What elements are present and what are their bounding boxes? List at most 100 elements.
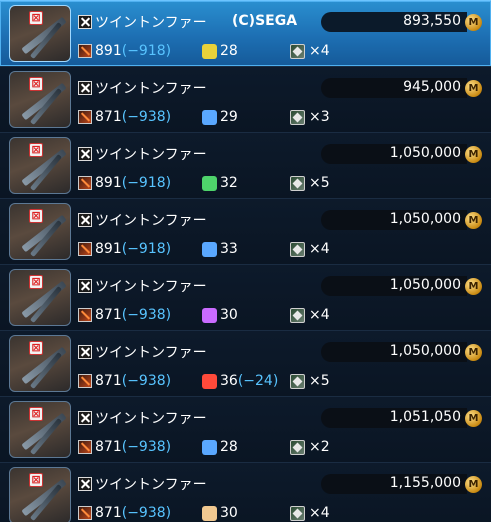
twin-dagger-category-icon xyxy=(78,279,92,293)
light-icon xyxy=(202,109,217,125)
lock-icon: ⊠ xyxy=(29,11,43,25)
attack-diff: (−938) xyxy=(121,109,172,125)
meseta-coin-icon: M xyxy=(465,476,482,493)
item-name: ツイントンファー xyxy=(95,411,207,427)
attack-icon xyxy=(78,308,92,322)
element-value: 29 xyxy=(220,109,238,125)
list-item[interactable]: ⊠ ツイントンファー 1,050,000 M 891 (−918) 32 ×5 xyxy=(0,132,491,198)
slot-icon xyxy=(290,175,305,191)
light-icon xyxy=(202,241,217,257)
fire-icon xyxy=(202,373,217,389)
lightning-icon xyxy=(202,43,217,59)
slot-icon xyxy=(290,241,305,257)
attack-icon xyxy=(78,440,92,454)
attack-value: 871 xyxy=(95,505,122,521)
item-price: 1,050,000 xyxy=(389,277,461,293)
attack-value: 891 xyxy=(95,175,122,191)
slot-count: ×4 xyxy=(309,43,330,59)
meseta-coin-icon: M xyxy=(465,278,482,295)
item-price: 1,051,050 xyxy=(389,409,461,425)
attack-diff: (−918) xyxy=(121,43,172,59)
weapon-thumbnail: ⊠ xyxy=(9,71,71,128)
twin-dagger-category-icon xyxy=(78,345,92,359)
meseta-coin-icon: M xyxy=(465,212,482,229)
lock-icon: ⊠ xyxy=(29,407,43,421)
meseta-coin-icon: M xyxy=(465,410,482,427)
list-item[interactable]: ⊠ ツイントンファー (C)SEGA 893,550 M 891 (−918) 2… xyxy=(0,0,491,66)
list-item[interactable]: ⊠ ツイントンファー 945,000 M 871 (−938) 29 ×3 xyxy=(0,66,491,132)
attack-diff: (−938) xyxy=(121,307,172,323)
weapon-thumbnail: ⊠ xyxy=(9,335,71,392)
attack-diff: (−918) xyxy=(121,175,172,191)
list-item[interactable]: ⊠ ツイントンファー 1,155,000 M 871 (−938) 30 ×4 xyxy=(0,462,491,522)
wind-icon xyxy=(202,175,217,191)
attack-diff: (−918) xyxy=(121,241,172,257)
meseta-coin-icon: M xyxy=(465,146,482,163)
slot-icon xyxy=(290,373,305,389)
twin-dagger-category-icon xyxy=(78,15,92,29)
attack-value: 871 xyxy=(95,373,122,389)
weapon-thumbnail: ⊠ xyxy=(9,467,71,522)
list-item[interactable]: ⊠ ツイントンファー 1,050,000 M 871 (−938) 36 (−24)… xyxy=(0,330,491,396)
slot-count: ×4 xyxy=(309,307,330,323)
element-value: 28 xyxy=(220,43,238,59)
list-item[interactable]: ⊠ ツイントンファー 1,051,050 M 871 (−938) 28 ×2 xyxy=(0,396,491,462)
list-item[interactable]: ⊠ ツイントンファー 1,050,000 M 891 (−918) 33 ×4 xyxy=(0,198,491,264)
weapon-thumbnail: ⊠ xyxy=(9,401,71,458)
slot-icon xyxy=(290,109,305,125)
attack-icon xyxy=(78,44,92,58)
slot-icon xyxy=(290,439,305,455)
slot-icon xyxy=(290,307,305,323)
attack-diff: (−938) xyxy=(121,505,172,521)
slot-icon xyxy=(290,43,305,59)
weapon-thumbnail: ⊠ xyxy=(9,137,71,194)
element-value: 30 xyxy=(220,505,238,521)
attack-value: 871 xyxy=(95,439,122,455)
lock-icon: ⊠ xyxy=(29,209,43,223)
slot-count: ×4 xyxy=(309,241,330,257)
twin-dagger-category-icon xyxy=(78,477,92,491)
twin-dagger-category-icon xyxy=(78,411,92,425)
attack-icon xyxy=(78,242,92,256)
lock-icon: ⊠ xyxy=(29,341,43,355)
light-icon xyxy=(202,439,217,455)
item-price: 1,050,000 xyxy=(389,145,461,161)
item-price: 945,000 xyxy=(403,79,461,95)
attack-value: 891 xyxy=(95,43,122,59)
lock-icon: ⊠ xyxy=(29,143,43,157)
weapon-thumbnail: ⊠ xyxy=(9,5,71,62)
element-value: 36 xyxy=(220,373,238,389)
attack-icon xyxy=(78,176,92,190)
item-price: 1,050,000 xyxy=(389,343,461,359)
attack-diff: (−938) xyxy=(121,439,172,455)
item-name: ツイントンファー xyxy=(95,345,207,361)
twin-dagger-category-icon xyxy=(78,213,92,227)
lock-icon: ⊠ xyxy=(29,473,43,487)
element-diff: (−24) xyxy=(237,373,279,389)
lock-icon: ⊠ xyxy=(29,77,43,91)
item-name: ツイントンファー xyxy=(95,15,207,31)
attack-value: 891 xyxy=(95,241,122,257)
slot-count: ×4 xyxy=(309,505,330,521)
attack-icon xyxy=(78,374,92,388)
item-price: 1,155,000 xyxy=(389,475,461,491)
weapon-thumbnail: ⊠ xyxy=(9,203,71,260)
meseta-coin-icon: M xyxy=(465,80,482,97)
ice-icon xyxy=(202,505,217,521)
item-name: ツイントンファー xyxy=(95,147,207,163)
attack-value: 871 xyxy=(95,109,122,125)
item-price: 1,050,000 xyxy=(389,211,461,227)
item-price: 893,550 xyxy=(403,13,461,29)
slot-icon xyxy=(290,505,305,521)
attack-icon xyxy=(78,110,92,124)
element-value: 28 xyxy=(220,439,238,455)
slot-count: ×5 xyxy=(309,175,330,191)
list-item[interactable]: ⊠ ツイントンファー 1,050,000 M 871 (−938) 30 ×4 xyxy=(0,264,491,330)
element-value: 33 xyxy=(220,241,238,257)
item-name: ツイントンファー xyxy=(95,279,207,295)
dark-icon xyxy=(202,307,217,323)
item-name: ツイントンファー xyxy=(95,477,207,493)
item-name: ツイントンファー xyxy=(95,81,207,97)
slot-count: ×2 xyxy=(309,439,330,455)
lock-icon: ⊠ xyxy=(29,275,43,289)
